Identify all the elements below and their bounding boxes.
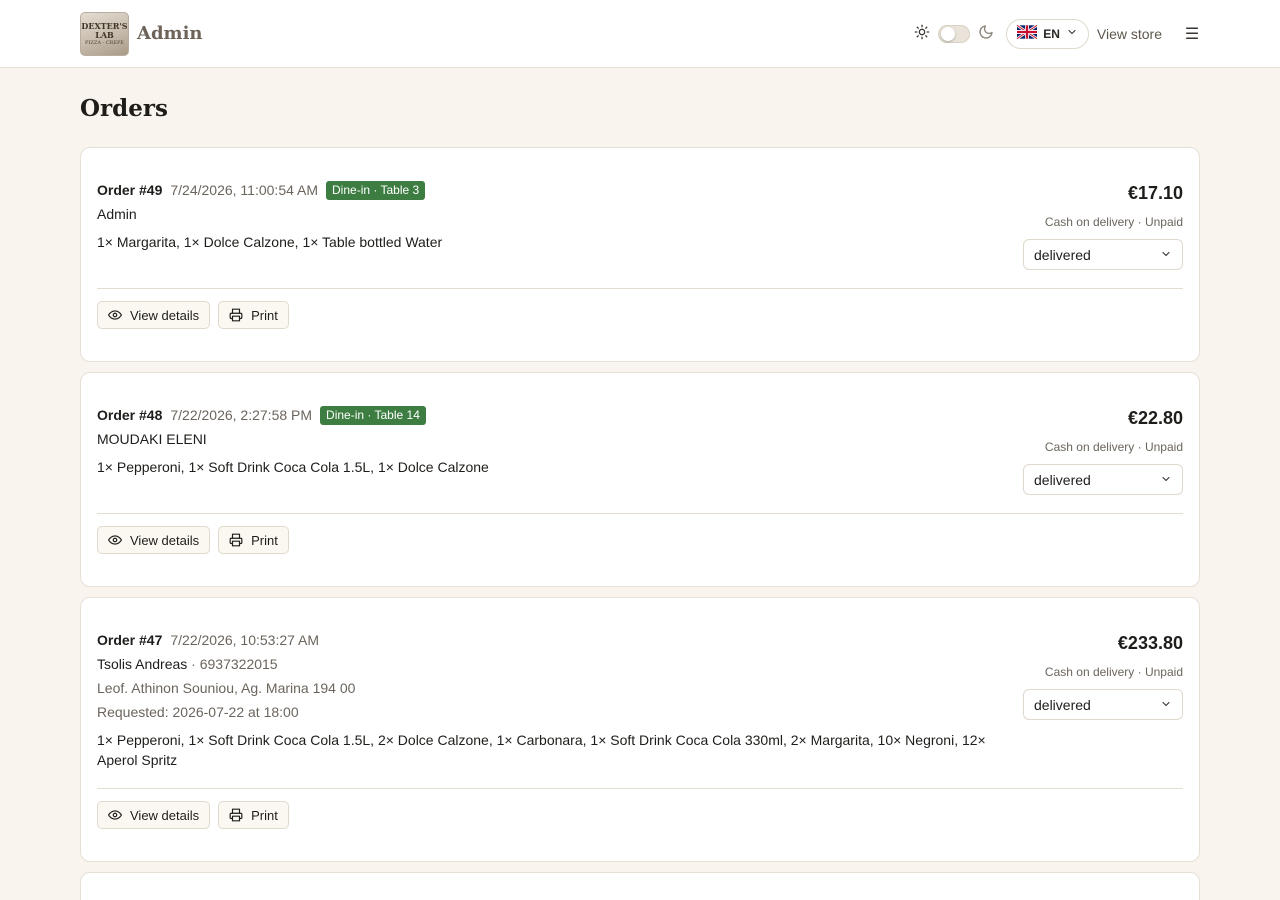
theme-switch[interactable] xyxy=(938,24,971,43)
theme-toggle xyxy=(914,24,994,43)
language-code: EN xyxy=(1043,26,1060,41)
customer-name: MOUDAKI ELENI xyxy=(97,431,207,447)
brand-title: Admin xyxy=(137,23,203,44)
order-number: Order #49 xyxy=(97,182,163,198)
dine-in-badge: Dine-in · Table 14 xyxy=(320,405,426,425)
order-card: Order #49 7/24/2026, 11:00:54 AM Dine-in… xyxy=(80,147,1200,362)
chevron-down-icon xyxy=(1066,26,1078,41)
view-details-label: View details xyxy=(130,532,200,548)
order-items: 1× Pepperoni, 1× Soft Drink Coca Cola 1.… xyxy=(97,459,489,475)
payment-status: Cash on delivery · Unpaid xyxy=(1044,215,1183,229)
print-button[interactable]: Print xyxy=(218,526,289,554)
status-value: delivered xyxy=(1034,471,1091,488)
eye-icon xyxy=(108,808,122,822)
status-value: delivered xyxy=(1034,246,1091,263)
hamburger-menu-icon[interactable]: ☰ xyxy=(1184,24,1200,44)
view-details-button[interactable]: View details xyxy=(97,301,211,329)
sun-icon xyxy=(914,24,930,43)
order-date: 7/24/2026, 11:00:54 AM xyxy=(170,182,319,198)
eye-icon xyxy=(108,533,122,547)
order-card xyxy=(80,872,1200,900)
view-store-link[interactable]: View store xyxy=(1097,26,1162,42)
delivery-address: Leof. Athinon Souniou, Ag. Marina 194 00 xyxy=(97,680,356,696)
view-details-button[interactable]: View details xyxy=(97,801,211,829)
order-items: 1× Margarita, 1× Dolce Calzone, 1× Table… xyxy=(97,234,443,250)
uk-flag-icon xyxy=(1016,24,1038,42)
order-date: 7/22/2026, 2:27:58 PM xyxy=(170,407,313,423)
logo[interactable]: DEXTER'S LAB PIZZA · CREPE xyxy=(80,11,129,56)
payment-status: Cash on delivery · Unpaid xyxy=(1044,665,1183,679)
print-button[interactable]: Print xyxy=(218,301,289,329)
order-card: Order #47 7/22/2026, 10:53:27 AM Tsolis … xyxy=(80,597,1200,862)
order-number: Order #47 xyxy=(97,632,163,648)
print-label: Print xyxy=(251,307,278,323)
status-select[interactable]: delivered xyxy=(1023,464,1183,495)
logo-line2: LAB xyxy=(95,29,114,40)
customer-name: Tsolis Andreas xyxy=(97,656,188,672)
print-label: Print xyxy=(251,807,278,823)
order-total: €233.80 xyxy=(1117,633,1183,653)
customer-line: Tsolis Andreas · 6937322015 xyxy=(97,654,1003,674)
top-bar: DEXTER'S LAB PIZZA · CREPE Admin EN View… xyxy=(0,0,1280,68)
printer-icon xyxy=(229,533,243,547)
dine-in-badge: Dine-in · Table 3 xyxy=(326,180,426,200)
order-date: 7/22/2026, 10:53:27 AM xyxy=(170,632,320,648)
logo-sub: PIZZA · CREPE xyxy=(85,39,124,46)
language-selector[interactable]: EN xyxy=(1006,18,1089,49)
customer-name: Admin xyxy=(97,206,137,222)
customer-phone: · 6937322015 xyxy=(191,656,278,672)
page-title: Orders xyxy=(80,95,168,122)
print-label: Print xyxy=(251,532,278,548)
moon-icon xyxy=(978,24,994,43)
payment-status: Cash on delivery · Unpaid xyxy=(1044,440,1183,454)
status-value: delivered xyxy=(1034,696,1091,713)
status-select[interactable]: delivered xyxy=(1023,689,1183,720)
chevron-down-icon xyxy=(1160,247,1172,263)
theme-switch-knob xyxy=(941,26,956,41)
order-items: 1× Pepperoni, 1× Soft Drink Coca Cola 1.… xyxy=(97,732,986,768)
order-total: €22.80 xyxy=(1127,408,1183,428)
status-select[interactable]: delivered xyxy=(1023,239,1183,270)
top-actions: EN View store ☰ xyxy=(914,18,1200,49)
view-details-label: View details xyxy=(130,307,200,323)
view-details-label: View details xyxy=(130,807,200,823)
brand[interactable]: DEXTER'S LAB PIZZA · CREPE Admin xyxy=(80,11,203,56)
main-content: Orders Order #49 7/24/2026, 11:00:54 AM … xyxy=(0,95,1280,900)
chevron-down-icon xyxy=(1160,697,1172,713)
chevron-down-icon xyxy=(1160,472,1172,488)
order-number: Order #48 xyxy=(97,407,163,423)
print-button[interactable]: Print xyxy=(218,801,289,829)
order-total: €17.10 xyxy=(1127,183,1183,203)
printer-icon xyxy=(229,308,243,322)
order-card: Order #48 7/22/2026, 2:27:58 PM Dine-in … xyxy=(80,372,1200,587)
requested-time: Requested: 2026-07-22 at 18:00 xyxy=(97,704,299,720)
printer-icon xyxy=(229,808,243,822)
view-details-button[interactable]: View details xyxy=(97,526,211,554)
eye-icon xyxy=(108,308,122,322)
